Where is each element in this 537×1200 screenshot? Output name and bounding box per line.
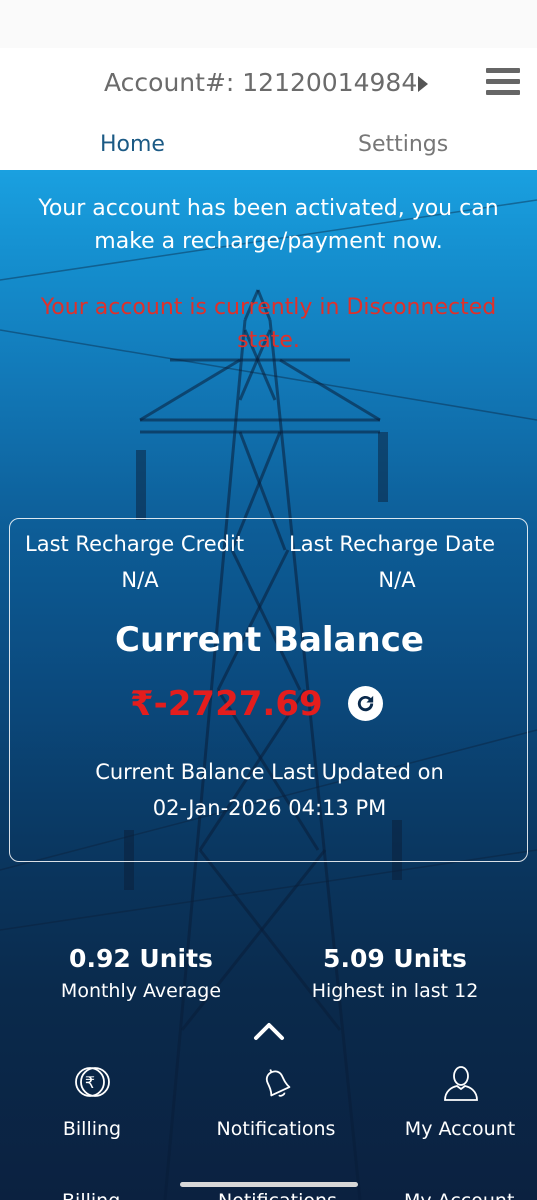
home-hero: Your account has been activated, you can… [0, 170, 537, 1200]
tab-settings[interactable]: Settings [358, 130, 448, 160]
menu-icon[interactable] [486, 68, 520, 96]
highest-usage-value: 5.09 Units [323, 944, 467, 973]
refresh-icon[interactable] [354, 692, 377, 715]
user-icon [444, 1066, 478, 1101]
peek-my-account-label: My Account [404, 1187, 514, 1200]
home-indicator[interactable] [180, 1182, 358, 1187]
nav-notifications-label[interactable]: Notifications [201, 1115, 351, 1143]
bell-icon [265, 1069, 291, 1097]
svg-text:₹: ₹ [85, 1073, 95, 1092]
balance-updated-value: 02-Jan-2026 04:13 PM [152, 796, 387, 820]
refresh-balance-button[interactable] [348, 686, 383, 721]
nav-my-account-label[interactable]: My Account [385, 1115, 535, 1143]
activation-message: Your account has been activated, you can… [38, 196, 499, 254]
disconnected-message: Your account is currently in Disconnecte… [40, 295, 497, 353]
account-selector[interactable]: Account#: 12120014984 [0, 66, 537, 106]
nav-billing[interactable]: ₹ Billing [17, 1060, 167, 1150]
peek-notifications-label: Notifications [218, 1187, 337, 1200]
caret-right-icon[interactable] [418, 76, 428, 92]
nav-notifications[interactable]: Notifications [201, 1060, 351, 1150]
nav-billing-label[interactable]: Billing [17, 1115, 167, 1143]
tab-home[interactable]: Home [100, 130, 165, 160]
highest-usage-label: Highest in last 12 [311, 980, 479, 1002]
last-recharge-date-value: N/A [378, 568, 416, 592]
current-balance-title: Current Balance [115, 620, 424, 660]
current-balance-amount: ₹-2727.69 [130, 684, 323, 724]
last-recharge-date-label: Last Recharge Date [289, 532, 496, 556]
rupee-coin-icon: ₹ [75, 1067, 110, 1097]
account-number[interactable]: Account#: 12120014984 [104, 66, 417, 100]
monthly-average-value: 0.92 Units [69, 944, 213, 973]
last-recharge-credit-value: N/A [121, 568, 159, 592]
chevron-up-icon[interactable] [252, 1020, 286, 1042]
nav-my-account[interactable]: My Account [385, 1060, 535, 1150]
status-bar [0, 0, 537, 48]
app-header: Account#: 12120014984 Home Settings [0, 48, 537, 170]
last-recharge-credit-label: Last Recharge Credit [25, 532, 245, 556]
balance-card: Last Recharge Credit Last Recharge Date … [9, 518, 528, 862]
balance-updated-label: Current Balance Last Updated on [95, 760, 444, 784]
peek-billing-label: Billing [62, 1187, 120, 1200]
monthly-average-label: Monthly Average [60, 980, 222, 1002]
